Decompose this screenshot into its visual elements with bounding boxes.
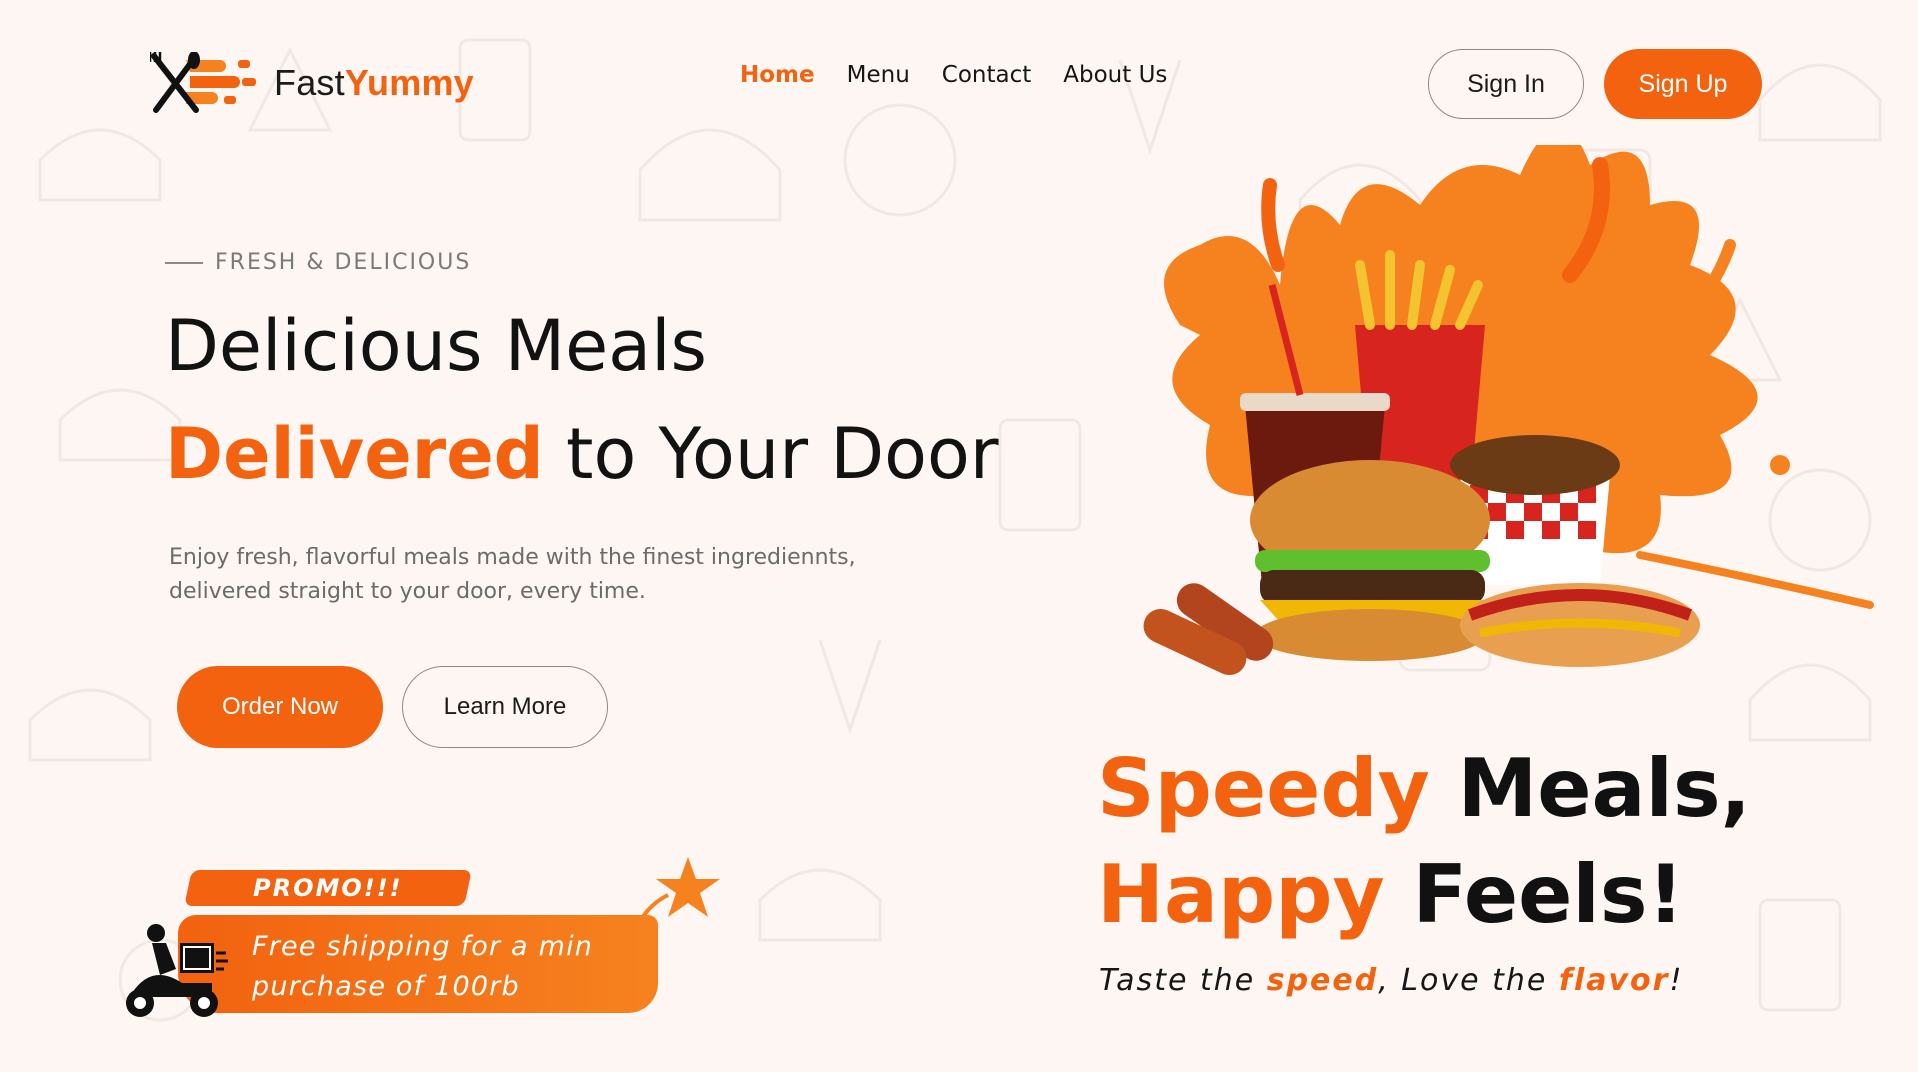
hero-title-line2: Delivered to Your Door [165,413,999,495]
sub-flavor: flavor [1558,963,1670,998]
sub-part1: Taste the [1099,963,1267,998]
eyebrow-text: FRESH & DELICIOUS [215,250,472,275]
learn-more-button[interactable]: Learn More [402,666,608,748]
tagline-line2: Happy Feels! [1097,848,1684,941]
main-nav: Home Menu Contact About Us [740,62,1199,88]
promo-banner[interactable]: PROMO!!! Free shipping for a min purchas… [118,855,728,1025]
hero-description: Enjoy fresh, flavorful meals made with t… [169,545,856,604]
tagline-speedy: Speedy [1097,742,1430,835]
tagline-line1: Speedy Meals, [1097,742,1751,835]
food-combo-image [1143,145,1874,676]
fork-knife-logo-icon [150,52,256,113]
hero-title-accent: Delivered [165,413,544,495]
tagline-happy: Happy [1097,848,1385,941]
brand-yummy: Yummy [344,62,474,103]
eyebrow-divider [165,261,203,264]
tagline-subtitle: Taste the speed, Love the flavor! [1099,963,1683,998]
nav-home[interactable]: Home [740,62,815,88]
sub-part3: ! [1669,963,1684,998]
brand-fast: Fast [274,62,345,103]
hero-title-line1: Delicious Meals [165,305,707,387]
nav-about-us[interactable]: About Us [1063,62,1167,88]
logo[interactable]: FastYummy [150,52,474,114]
tagline-meals: Meals, [1429,742,1751,835]
promo-tag-text: PROMO!!! [253,874,403,902]
sub-part2: , Love the [1378,963,1559,998]
hero-eyebrow: FRESH & DELICIOUS [165,250,471,275]
order-now-button[interactable]: Order Now [177,666,383,748]
sub-speed: speed [1266,963,1379,998]
hero-title-rest: to Your Door [543,413,999,495]
sign-in-button[interactable]: Sign In [1428,49,1584,119]
promo-tag: PROMO!!! [184,870,472,906]
promo-text: Free shipping for a min purchase of 100r… [252,931,594,1002]
tagline-feels: Feels! [1384,848,1684,941]
star-icon [638,857,720,925]
sign-up-button[interactable]: Sign Up [1604,49,1762,119]
nav-menu[interactable]: Menu [847,62,910,88]
scooter-delivery-icon [126,924,228,1017]
nav-contact[interactable]: Contact [942,62,1031,88]
brand-name: FastYummy [274,62,474,104]
